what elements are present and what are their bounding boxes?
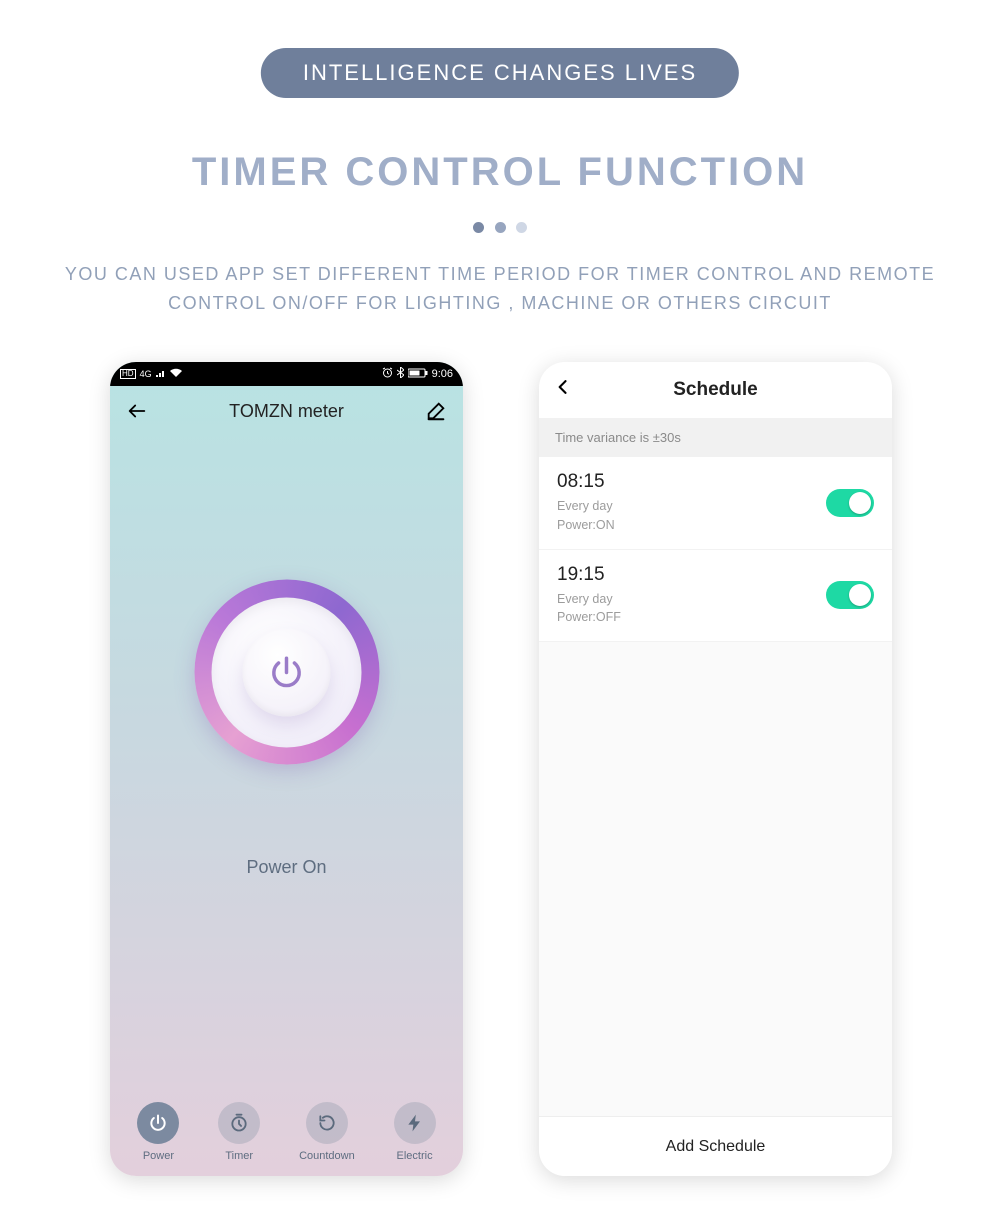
alarm-icon [382,367,393,381]
bluetooth-icon [397,367,404,381]
bottom-tabbar: Power Timer Countdown Electric [110,1102,463,1162]
schedule-row[interactable]: 08:15 Every day Power:ON [539,457,892,550]
signal-bars-icon [156,368,166,380]
bolt-icon [405,1113,425,1133]
tab-label: Timer [225,1150,253,1162]
schedule-spacer [539,642,892,1116]
schedule-power-state: Power:ON [557,516,826,535]
tab-label: Power [143,1150,174,1162]
schedule-power-state: Power:OFF [557,608,826,627]
device-title: TOMZN meter [229,401,344,422]
schedule-toggle[interactable] [826,489,874,517]
power-icon [148,1113,168,1133]
toggle-knob [849,492,871,514]
tab-electric[interactable]: Electric [394,1102,436,1162]
edit-pencil-icon[interactable] [425,400,447,422]
tab-timer[interactable]: Timer [218,1102,260,1162]
battery-icon [408,368,428,381]
power-ring-mid [212,597,362,747]
dot [473,222,484,233]
dot [516,222,527,233]
tab-countdown[interactable]: Countdown [299,1102,355,1162]
tab-label: Countdown [299,1150,355,1162]
schedule-title: Schedule [673,379,757,401]
schedule-toggle[interactable] [826,581,874,609]
status-time: 9:06 [432,368,453,380]
power-status-label: Power On [110,857,463,878]
power-icon [268,653,306,691]
app-header: TOMZN meter [110,386,463,436]
main-power-button[interactable] [194,580,379,765]
schedule-row[interactable]: 19:15 Every day Power:OFF [539,550,892,643]
time-variance-note: Time variance is ±30s [539,418,892,457]
phone-power-screenshot: HD 4G 9:06 TOMZN meter [110,362,463,1176]
tab-power[interactable]: Power [137,1102,179,1162]
phone-schedule-screenshot: Schedule Time variance is ±30s 08:15 Eve… [539,362,892,1176]
schedule-repeat: Every day [557,497,826,516]
add-schedule-button[interactable]: Add Schedule [539,1116,892,1176]
back-chevron-icon[interactable] [553,377,573,403]
schedule-header: Schedule [539,362,892,418]
countdown-icon [317,1113,337,1133]
schedule-time: 19:15 [557,564,826,586]
tab-label: Electric [397,1150,433,1162]
power-ring-inner [243,628,331,716]
dot [495,222,506,233]
back-arrow-icon[interactable] [126,400,148,422]
schedule-list: 08:15 Every day Power:ON 19:15 Every day… [539,457,892,642]
schedule-time: 08:15 [557,471,826,493]
page-title: TIMER CONTROL FUNCTION [0,150,1000,195]
signal-4g-icon: 4G [140,369,152,379]
android-status-bar: HD 4G 9:06 [110,362,463,386]
marketing-pill: INTELLIGENCE CHANGES LIVES [261,48,739,98]
wifi-icon [170,368,182,380]
hd-icon: HD [120,369,136,379]
schedule-repeat: Every day [557,590,826,609]
toggle-knob [849,584,871,606]
page-indicator-dots [0,220,1000,238]
page-subtitle: YOU CAN USED APP SET DIFFERENT TIME PERI… [50,260,950,318]
timer-icon [229,1113,249,1133]
